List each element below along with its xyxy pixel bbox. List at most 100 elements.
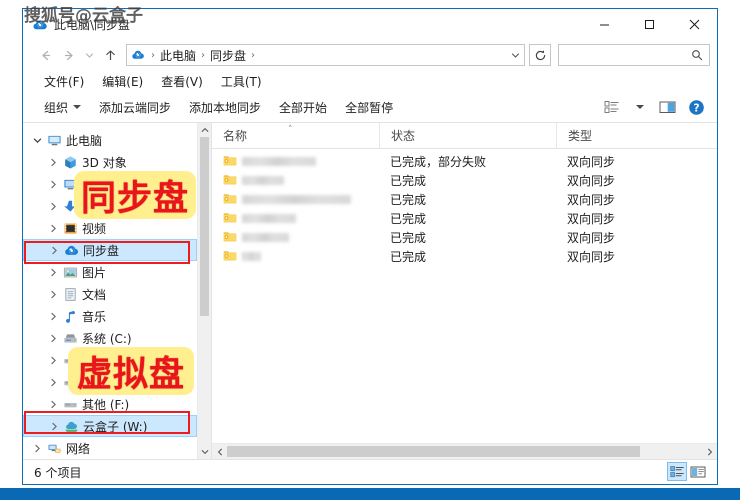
breadcrumb-separator: › [251,49,256,61]
add-cloud-sync-button[interactable]: 添加云端同步 [90,96,180,119]
sidebar-item-network[interactable]: 网络 [23,437,197,459]
scroll-up-button[interactable] [198,123,211,137]
chevron-right-icon[interactable] [46,422,62,431]
sidebar-item-sync-disk[interactable]: 同步盘 [23,239,197,261]
sidebar-item-pictures[interactable]: 图片 [23,261,197,283]
sidebar-item-music[interactable]: 音乐 [23,305,197,327]
scroll-down-button[interactable] [198,445,211,459]
navigation-pane-scrollbar[interactable] [197,123,211,459]
chevron-expanded-icon[interactable] [29,136,45,145]
chevron-right-icon[interactable] [45,268,61,277]
chevron-right-icon[interactable] [46,246,62,255]
file-status-cell: 已完成 [390,212,427,226]
drive-icon [61,397,79,412]
file-type-cell: 双向同步 [567,155,616,169]
refresh-button[interactable] [529,44,551,66]
table-row[interactable]: 已完成 双向同步 [212,209,717,228]
file-explorer-window: 此电脑\同步盘 › 此电脑 › 同步盘 › 文件(F) 编辑(E) 查看(V) … [22,8,718,485]
scrollbar-thumb[interactable] [200,137,209,316]
item-count-label: 6 个项目 [34,465,82,480]
details-view-icon[interactable] [667,462,687,481]
view-options-caret[interactable] [627,95,653,119]
chevron-down-icon[interactable] [506,45,524,65]
chevron-right-icon[interactable] [45,334,61,343]
organize-button[interactable]: 组织 [35,96,90,119]
sidebar-item-label: 其他 (F:) [82,397,130,412]
organize-label: 组织 [44,100,69,115]
menu-edit[interactable]: 编辑(E) [93,71,152,92]
search-input[interactable] [559,47,689,63]
chevron-right-icon[interactable] [45,312,61,321]
view-layout-icon[interactable] [599,95,625,119]
table-row[interactable]: 已完成 双向同步 [212,228,717,247]
scrollbar-thumb[interactable] [227,446,641,457]
address-bar[interactable]: › 此电脑 › 同步盘 › [126,44,525,66]
close-button[interactable] [672,9,717,40]
sidebar-item-label: 云盒子 (W:) [83,419,148,434]
pause-all-button[interactable]: 全部暂停 [336,96,402,119]
file-list-horizontal-scrollbar[interactable] [212,443,717,459]
chevron-right-icon[interactable] [29,444,45,453]
breadcrumb-separator: › [151,49,155,61]
minimize-button[interactable] [582,9,627,40]
column-header-label: 名称 [223,129,248,143]
chevron-right-icon[interactable] [45,202,61,211]
up-button[interactable] [98,43,122,67]
breadcrumb-sync-disk[interactable]: 同步盘 [207,47,249,64]
chevron-right-icon[interactable] [45,290,61,299]
scrollbar-track[interactable] [227,444,702,459]
taskbar [0,488,740,500]
menu-view[interactable]: 查看(V) [152,71,212,92]
sidebar-item-documents[interactable]: 文档 [23,283,197,305]
chevron-right-icon[interactable] [45,356,61,365]
forward-button[interactable] [57,43,81,67]
maximize-button[interactable] [627,9,672,40]
add-local-sync-button[interactable]: 添加本地同步 [180,96,270,119]
column-header-status[interactable]: 状态 [379,123,556,148]
search-box[interactable] [558,44,710,66]
table-row[interactable]: 已完成 双向同步 [212,190,717,209]
file-name-cell [212,230,379,246]
sidebar-item-label: 音乐 [82,309,107,324]
table-row[interactable]: 已完成，部分失败 双向同步 [212,152,717,171]
column-headers: 名称 ˄ 状态 类型 [212,123,717,149]
sidebar-item-label: 文档 [82,287,107,302]
menu-file[interactable]: 文件(F) [35,71,93,92]
sidebar-item-this-pc[interactable]: 此电脑 [23,129,197,151]
chevron-down-icon [636,105,644,109]
chevron-right-icon[interactable] [45,180,61,189]
recent-locations-button[interactable] [81,43,98,67]
column-header-name[interactable]: 名称 ˄ [212,123,379,148]
breadcrumb-this-pc[interactable]: 此电脑 [157,47,199,64]
scroll-left-button[interactable] [212,444,227,459]
start-all-button[interactable]: 全部开始 [270,96,336,119]
sidebar-item-label: 同步盘 [83,243,120,258]
help-icon[interactable]: ? [683,95,709,119]
file-status-cell: 已完成 [390,174,427,188]
chevron-right-icon[interactable] [45,158,61,167]
computer-icon [45,133,63,148]
chevron-right-icon[interactable] [45,400,61,409]
table-row[interactable]: 已完成 双向同步 [212,171,717,190]
large-icons-view-icon[interactable] [688,462,708,481]
preview-pane-icon[interactable] [655,95,681,119]
cloud-sync-icon [131,48,145,62]
documents-icon [61,287,79,302]
annotation-virtual-disk: 虚拟盘 [68,347,194,395]
file-name-cell [212,249,379,265]
chevron-right-icon[interactable] [45,378,61,387]
table-row[interactable]: 已完成 双向同步 [212,247,717,266]
scrollbar-track[interactable] [198,137,211,445]
back-button[interactable] [33,43,57,67]
column-header-type[interactable]: 类型 [556,123,717,148]
sidebar-item-cloudbox-drive[interactable]: 云盒子 (W:) [23,415,197,437]
menu-tools[interactable]: 工具(T) [212,71,271,92]
screenshot-root: 此电脑\同步盘 › 此电脑 › 同步盘 › 文件(F) 编辑(E) 查看(V) … [0,0,740,500]
file-name-redacted [242,157,316,166]
file-status-cell: 已完成 [390,231,427,245]
system-drive-icon [61,331,79,346]
scroll-right-button[interactable] [702,444,717,459]
chevron-right-icon[interactable] [45,224,61,233]
sync-folder-icon [223,211,237,227]
file-list-pane: 名称 ˄ 状态 类型 已完成，部分失败 双向同步 已完成 双向同步 已完成 双向… [212,123,717,459]
